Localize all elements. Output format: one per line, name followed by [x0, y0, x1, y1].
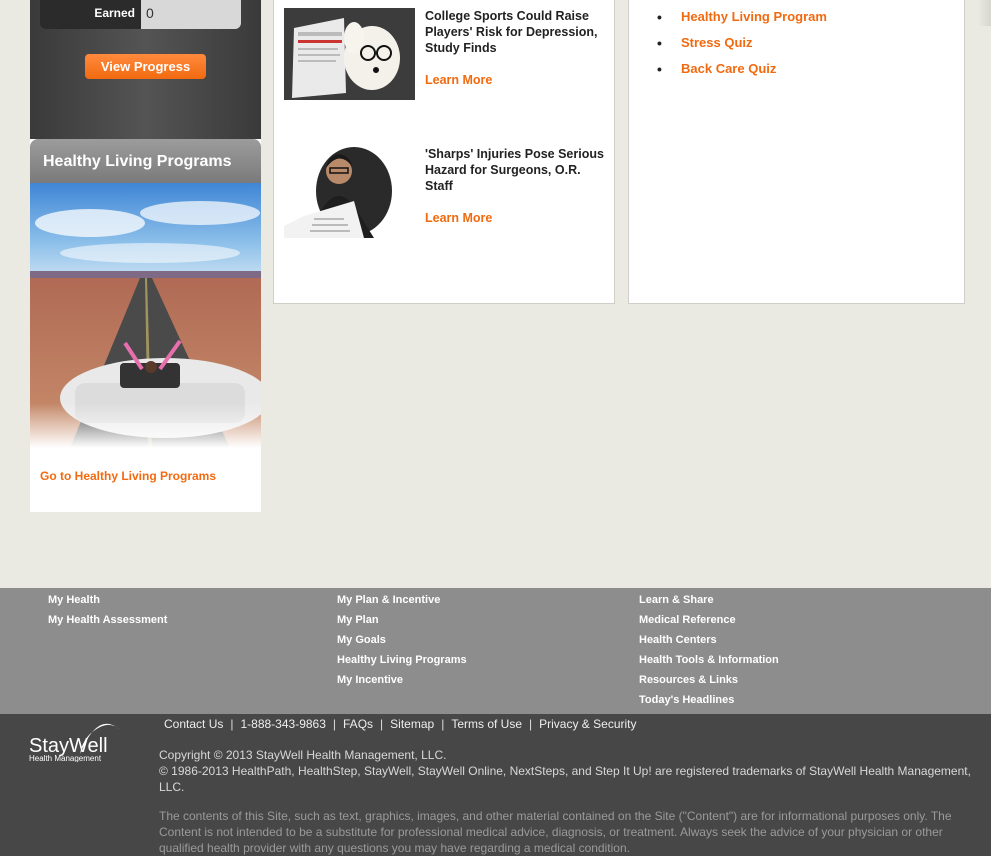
links-panel: • Healthy Living Program • Stress Quiz •…	[628, 0, 965, 304]
bullet-icon: •	[657, 61, 662, 77]
footer-nav-col-learn-share: Learn & Share Medical Reference Health C…	[639, 593, 779, 713]
healthy-living-program-link[interactable]: Healthy Living Program	[681, 8, 827, 26]
news-title[interactable]: College Sports Could Raise Players' Risk…	[425, 8, 610, 56]
news-thumbnail-woman-newspaper[interactable]	[284, 146, 415, 238]
privacy-security-link[interactable]: Privacy & Security	[539, 717, 636, 731]
footer-link-my-plan-incentive[interactable]: My Plan & Incentive	[337, 593, 467, 613]
footer-nav-col-my-health: My Health My Health Assessment	[48, 593, 167, 633]
links-list: • Healthy Living Program • Stress Quiz •…	[657, 8, 827, 86]
staywell-logo[interactable]: StayWell Health Management	[28, 716, 123, 762]
left-column: Earned 0 View Progress Healthy Living Pr…	[30, 0, 261, 512]
footer-link-my-goals[interactable]: My Goals	[337, 633, 467, 653]
page: Earned 0 View Progress Healthy Living Pr…	[0, 0, 991, 856]
footer-nav: My Health My Health Assessment My Plan &…	[0, 588, 991, 714]
footer-link-my-plan[interactable]: My Plan	[337, 613, 467, 633]
list-item: • Healthy Living Program	[657, 8, 827, 34]
bottom-footer: StayWell Health Management Contact Us | 1-…	[0, 714, 991, 856]
footer-link-my-health-assessment[interactable]: My Health Assessment	[48, 613, 167, 633]
phone-number: 1-888-343-9863	[240, 717, 326, 731]
news-title[interactable]: 'Sharps' Injuries Pose Serious Hazard fo…	[425, 146, 610, 194]
footer-link-health-centers[interactable]: Health Centers	[639, 633, 779, 653]
bullet-icon: •	[657, 9, 662, 25]
earned-box: Earned 0	[40, 0, 241, 29]
earned-value: 0	[141, 0, 241, 29]
separator: |	[332, 717, 337, 731]
footer-link-resources-links[interactable]: Resources & Links	[639, 673, 779, 693]
bullet-icon: •	[657, 35, 662, 51]
footer-link-todays-headlines[interactable]: Today's Headlines	[639, 693, 779, 713]
stress-quiz-link[interactable]: Stress Quiz	[681, 34, 753, 52]
footer-link-health-tools[interactable]: Health Tools & Information	[639, 653, 779, 673]
copyright-line: Copyright © 2013 StayWell Health Managem…	[159, 748, 447, 762]
logo-subtext: Health Management	[29, 754, 102, 762]
healthy-living-panel: Healthy Living Programs Go to Healthy Li…	[30, 139, 261, 512]
list-item: • Stress Quiz	[657, 34, 827, 60]
back-care-quiz-link[interactable]: Back Care Quiz	[681, 60, 776, 78]
footer-link-my-health[interactable]: My Health	[48, 593, 167, 613]
progress-panel: Earned 0 View Progress	[30, 0, 261, 139]
copyright: Copyright © 2013 StayWell Health Managem…	[159, 747, 985, 795]
sitemap-link[interactable]: Sitemap	[390, 717, 434, 731]
news-thumbnail-dog-newspaper[interactable]	[284, 8, 415, 100]
news-panel: College Sports Could Raise Players' Risk…	[273, 0, 615, 304]
disclaimer-text: The contents of this Site, such as text,…	[159, 809, 952, 855]
faqs-link[interactable]: FAQs	[343, 717, 373, 731]
footer-link-healthy-living-programs[interactable]: Healthy Living Programs	[337, 653, 467, 673]
separator: |	[441, 717, 445, 731]
separator: |	[380, 717, 384, 731]
news-item: College Sports Could Raise Players' Risk…	[284, 8, 609, 103]
road-trip-image[interactable]	[30, 183, 261, 448]
footer-link-medical-reference[interactable]: Medical Reference	[639, 613, 779, 633]
go-to-healthy-living-link[interactable]: Go to Healthy Living Programs	[40, 469, 216, 483]
news-item: 'Sharps' Injuries Pose Serious Hazard fo…	[284, 146, 609, 241]
healthy-living-header: Healthy Living Programs	[30, 139, 261, 183]
footer-links: Contact Us | 1-888-343-9863 | FAQs | Sitemap | T…	[164, 717, 636, 731]
footer-link-learn-share[interactable]: Learn & Share	[639, 593, 779, 613]
learn-more-link[interactable]: Learn More	[425, 211, 492, 225]
footer-nav-col-my-plan: My Plan & Incentive My Plan My Goals Hea…	[337, 593, 467, 693]
trademark-line: © 1986-2013 HealthPath, HealthStep, Stay…	[159, 764, 971, 794]
scroll-edge	[978, 0, 991, 26]
contact-us-link[interactable]: Contact Us	[164, 717, 223, 731]
list-item: • Back Care Quiz	[657, 60, 827, 86]
separator: |	[529, 717, 533, 731]
footer-link-my-incentive[interactable]: My Incentive	[337, 673, 467, 693]
earned-label: Earned	[94, 6, 135, 20]
separator: |	[230, 717, 234, 731]
view-progress-button[interactable]: View Progress	[85, 54, 206, 79]
learn-more-link[interactable]: Learn More	[425, 73, 492, 87]
terms-of-use-link[interactable]: Terms of Use	[451, 717, 522, 731]
